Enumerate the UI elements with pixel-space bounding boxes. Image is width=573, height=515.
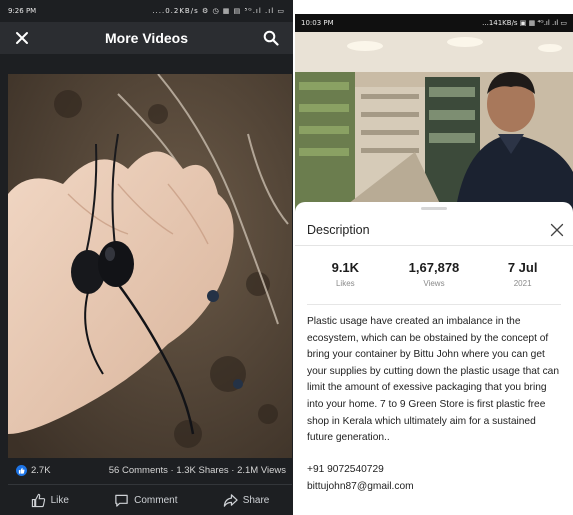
status-time: 9:26 PM (8, 7, 37, 15)
metric-date: 7 Jul 2021 (483, 260, 563, 304)
sheet-drag-handle[interactable] (421, 207, 447, 210)
status-icons: ....0.2KB/s ⚙ ◷ ▦ ▤ ⁵ᴳ.ıl .ıl ▭ (152, 7, 285, 15)
metric-value: 9.1K (331, 260, 360, 275)
video-metrics: 9.1K Likes 1,67,878 Views 7 Jul 2021 (295, 246, 573, 304)
like-button[interactable]: Like (31, 493, 69, 508)
reaction-count[interactable]: 2.7K (16, 464, 51, 476)
comment-label: Comment (134, 494, 178, 506)
status-bar: 9:26 PM ....0.2KB/s ⚙ ◷ ▦ ▤ ⁵ᴳ.ıl .ıl ▭ (0, 0, 293, 22)
comment-icon (115, 494, 128, 507)
sheet-title: Description (307, 222, 370, 237)
metric-value: 1,67,878 (408, 260, 460, 275)
contact-email[interactable]: bittujohn87@gmail.com (307, 478, 561, 495)
video-stats: 2.7K 56 Comments · 1.3K Shares · 2.1M Vi… (8, 460, 292, 480)
metric-views: 1,67,878 Views (394, 260, 474, 304)
right-phone-screen: 10:03 PM ...141KB/s ▣ ▦ ⁴ᴳ.ıl .ıl ▭ Desc… (295, 14, 573, 515)
share-label: Share (242, 494, 270, 506)
reaction-count-text: 2.7K (31, 464, 51, 476)
metric-value: 7 Jul (507, 260, 538, 275)
status-time: 10:03 PM (301, 19, 334, 27)
share-icon (223, 493, 238, 507)
metric-likes: 9.1K Likes (305, 260, 385, 304)
metric-label: Likes (335, 279, 355, 288)
close-icon[interactable] (547, 220, 567, 240)
video-player[interactable] (8, 74, 292, 458)
video-player[interactable] (295, 32, 573, 214)
thumbs-up-icon (31, 493, 45, 507)
description-text: Plastic usage have created an imbalance … (307, 316, 560, 444)
share-button[interactable]: Share (223, 493, 270, 508)
close-icon[interactable] (12, 28, 32, 48)
status-bar: 10:03 PM ...141KB/s ▣ ▦ ⁴ᴳ.ıl .ıl ▭ (295, 14, 573, 32)
metric-label: 2021 (513, 279, 532, 288)
page-title: More Videos (105, 30, 188, 46)
description-sheet: Description 9.1K Likes 1,67,878 Views 7 … (295, 202, 573, 515)
action-bar: Like Comment Share (8, 484, 292, 515)
engagement-summary[interactable]: 56 Comments · 1.3K Shares · 2.1M Views (109, 465, 286, 476)
left-phone-screen: 9:26 PM ....0.2KB/s ⚙ ◷ ▦ ▤ ⁵ᴳ.ıl .ıl ▭ … (0, 0, 293, 515)
like-reaction-icon (16, 464, 27, 476)
top-bar: More Videos (0, 22, 293, 54)
search-icon[interactable] (261, 28, 281, 48)
like-label: Like (50, 494, 69, 506)
contact-phone[interactable]: +91 9072540729 (307, 461, 561, 478)
contact-info: +91 9072540729 bittujohn87@gmail.com (295, 447, 573, 495)
metric-label: Views (423, 279, 445, 288)
comment-button[interactable]: Comment (114, 493, 178, 508)
status-icons: ...141KB/s ▣ ▦ ⁴ᴳ.ıl .ıl ▭ (482, 19, 567, 27)
